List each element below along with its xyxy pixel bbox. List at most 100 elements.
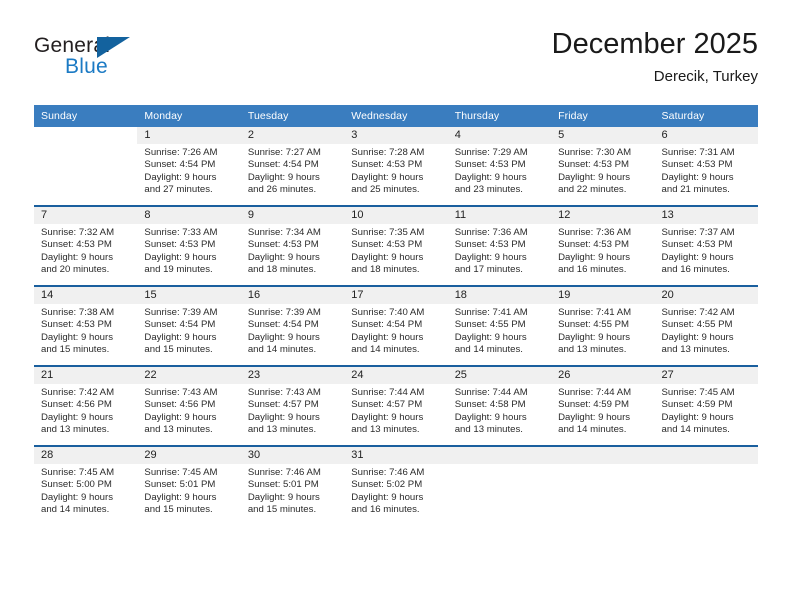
sunrise-time: Sunrise: 7:32 AM xyxy=(41,227,115,238)
day-cell-29[interactable]: 29 Sunrise: 7:45 AM Sunset: 5:01 PM Dayligh… xyxy=(137,447,241,525)
day-number: 3 xyxy=(344,127,448,144)
day-cell-15[interactable]: 15 Sunrise: 7:39 AM Sunset: 4:54 PM Dayligh… xyxy=(137,287,241,365)
calendar-day-cell: 15 Sunrise: 7:39 AM Sunset: 4:54 PM Dayligh… xyxy=(137,285,241,366)
day-cell-31[interactable]: 31 Sunrise: 7:46 AM Sunset: 5:02 PM Dayligh… xyxy=(344,447,448,525)
sunset-time: Sunset: 4:53 PM xyxy=(144,239,216,251)
daylight-line-1: Daylight: 9 hours xyxy=(247,411,320,423)
day-cell-20[interactable]: 20 Sunrise: 7:42 AM Sunset: 4:55 PM Dayligh… xyxy=(654,287,758,365)
daylight-line-1: Daylight: 9 hours xyxy=(661,331,734,343)
day-sun-info: Sunrise: 7:27 AM Sunset: 4:54 PM Daylight:… xyxy=(241,144,344,197)
daylight-line-2: and 14 minutes. xyxy=(661,424,730,436)
daylight-line-1: Daylight: 9 hours xyxy=(558,331,631,343)
day-cell-28[interactable]: 28 Sunrise: 7:45 AM Sunset: 5:00 PM Dayligh… xyxy=(34,447,138,525)
day-sun-info: Sunrise: 7:42 AM Sunset: 4:56 PM Daylight:… xyxy=(34,384,137,437)
day-number: 28 xyxy=(34,447,138,464)
daylight-line-2: and 14 minutes. xyxy=(247,344,317,356)
day-cell-26[interactable]: 26 Sunrise: 7:44 AM Sunset: 4:59 PM Dayligh… xyxy=(551,367,655,445)
sunrise-time: Sunrise: 7:26 AM xyxy=(144,147,218,158)
sunrise-time: Sunrise: 7:44 AM xyxy=(351,387,425,398)
day-cell-5[interactable]: 5 Sunrise: 7:30 AM Sunset: 4:53 PM Daylight… xyxy=(551,127,655,205)
sunset-time: Sunset: 4:56 PM xyxy=(41,399,112,411)
daylight-line-2: and 25 minutes. xyxy=(351,184,420,196)
day-cell-19[interactable]: 19 Sunrise: 7:41 AM Sunset: 4:55 PM Dayligh… xyxy=(551,287,655,365)
sunrise-time: Sunrise: 7:42 AM xyxy=(661,307,735,318)
day-number: 13 xyxy=(654,207,758,224)
day-sun-info: Sunrise: 7:36 AM Sunset: 4:53 PM Daylight:… xyxy=(551,224,654,277)
day-number xyxy=(447,447,552,464)
sunrise-time: Sunrise: 7:31 AM xyxy=(661,147,735,158)
daylight-line-1: Daylight: 9 hours xyxy=(247,331,320,343)
day-cell-25[interactable]: 25 Sunrise: 7:44 AM Sunset: 4:58 PM Dayligh… xyxy=(447,367,552,445)
day-cell-24[interactable]: 24 Sunrise: 7:44 AM Sunset: 4:57 PM Dayligh… xyxy=(344,367,448,445)
sunset-time: Sunset: 4:55 PM xyxy=(558,319,630,331)
day-cell-1[interactable]: 1 Sunrise: 7:26 AM Sunset: 4:54 PM Daylight… xyxy=(137,127,241,205)
sunrise-time: Sunrise: 7:30 AM xyxy=(558,147,632,158)
day-cell-14[interactable]: 14 Sunrise: 7:38 AM Sunset: 4:53 PM Dayligh… xyxy=(34,287,138,365)
day-number: 20 xyxy=(654,287,758,304)
daylight-line-2: and 18 minutes. xyxy=(351,264,420,276)
day-sun-info: Sunrise: 7:42 AM Sunset: 4:55 PM Daylight:… xyxy=(655,304,758,357)
day-cell-2[interactable]: 2 Sunrise: 7:27 AM Sunset: 4:54 PM Daylight… xyxy=(240,127,345,205)
sunrise-time: Sunrise: 7:41 AM xyxy=(558,307,632,318)
sunset-time: Sunset: 4:53 PM xyxy=(454,239,526,251)
day-number: 17 xyxy=(344,287,448,304)
calendar-day-cell: 22 Sunrise: 7:43 AM Sunset: 4:56 PM Dayligh… xyxy=(137,365,241,446)
day-number: 25 xyxy=(447,367,552,384)
sunset-time: Sunset: 4:53 PM xyxy=(558,239,630,251)
day-cell-27[interactable]: 27 Sunrise: 7:45 AM Sunset: 4:59 PM Dayligh… xyxy=(654,367,758,445)
calendar-day-cell: 12 Sunrise: 7:36 AM Sunset: 4:53 PM Dayligh… xyxy=(551,205,655,286)
day-cell-10[interactable]: 10 Sunrise: 7:35 AM Sunset: 4:53 PM Dayligh… xyxy=(344,207,448,285)
day-cell-9[interactable]: 9 Sunrise: 7:34 AM Sunset: 4:53 PM Daylight… xyxy=(240,207,345,285)
weekday-header-monday: Monday xyxy=(137,105,241,127)
day-cell-23[interactable]: 23 Sunrise: 7:43 AM Sunset: 4:57 PM Dayligh… xyxy=(240,367,345,445)
sunset-time: Sunset: 4:54 PM xyxy=(144,319,216,331)
day-number xyxy=(551,447,655,464)
day-cell-7[interactable]: 7 Sunrise: 7:32 AM Sunset: 4:53 PM Daylight… xyxy=(34,207,138,285)
day-sun-info: Sunrise: 7:29 AM Sunset: 4:53 PM Daylight:… xyxy=(448,144,551,197)
sunrise-time: Sunrise: 7:33 AM xyxy=(144,227,218,238)
calendar-day-cell: 21 Sunrise: 7:42 AM Sunset: 4:56 PM Dayligh… xyxy=(34,365,138,446)
day-cell-12[interactable]: 12 Sunrise: 7:36 AM Sunset: 4:53 PM Dayligh… xyxy=(551,207,655,285)
day-cell-30[interactable]: 30 Sunrise: 7:46 AM Sunset: 5:01 PM Dayligh… xyxy=(240,447,345,525)
day-number: 26 xyxy=(551,367,655,384)
day-cell-empty xyxy=(551,447,655,525)
daylight-line-1: Daylight: 9 hours xyxy=(661,411,734,423)
sunrise-time: Sunrise: 7:36 AM xyxy=(454,227,528,238)
day-cell-18[interactable]: 18 Sunrise: 7:41 AM Sunset: 4:55 PM Dayligh… xyxy=(447,287,552,365)
sunset-time: Sunset: 4:54 PM xyxy=(144,159,216,171)
sunset-time: Sunset: 4:56 PM xyxy=(144,399,216,411)
day-cell-6[interactable]: 6 Sunrise: 7:31 AM Sunset: 4:53 PM Daylight… xyxy=(654,127,758,205)
sunrise-time: Sunrise: 7:45 AM xyxy=(41,467,115,478)
day-number: 21 xyxy=(34,367,138,384)
calendar-week-row: 28 Sunrise: 7:45 AM Sunset: 5:00 PM Dayligh… xyxy=(34,445,758,525)
day-cell-4[interactable]: 4 Sunrise: 7:29 AM Sunset: 4:53 PM Daylight… xyxy=(447,127,552,205)
daylight-line-2: and 20 minutes. xyxy=(41,264,110,276)
calendar-day-cell: 5 Sunrise: 7:30 AM Sunset: 4:53 PM Daylight… xyxy=(551,127,655,206)
sunset-time: Sunset: 4:54 PM xyxy=(247,159,319,171)
calendar-day-cell: 31 Sunrise: 7:46 AM Sunset: 5:02 PM Dayligh… xyxy=(344,445,448,525)
calendar-day-cell: 29 Sunrise: 7:45 AM Sunset: 5:01 PM Dayligh… xyxy=(137,445,241,525)
day-cell-3[interactable]: 3 Sunrise: 7:28 AM Sunset: 4:53 PM Daylight… xyxy=(344,127,448,205)
day-number: 6 xyxy=(654,127,758,144)
daylight-line-1: Daylight: 9 hours xyxy=(144,411,217,423)
day-cell-22[interactable]: 22 Sunrise: 7:43 AM Sunset: 4:56 PM Dayligh… xyxy=(137,367,241,445)
general-blue-logo[interactable]: General Blue xyxy=(34,34,254,92)
day-cell-13[interactable]: 13 Sunrise: 7:37 AM Sunset: 4:53 PM Dayligh… xyxy=(654,207,758,285)
sunset-time: Sunset: 4:55 PM xyxy=(454,319,526,331)
calendar-day-cell: 4 Sunrise: 7:29 AM Sunset: 4:53 PM Daylight… xyxy=(447,127,552,206)
sunrise-time: Sunrise: 7:46 AM xyxy=(247,467,321,478)
day-number: 23 xyxy=(240,367,345,384)
sunset-time: Sunset: 4:53 PM xyxy=(661,239,733,251)
day-sun-info: Sunrise: 7:39 AM Sunset: 4:54 PM Daylight:… xyxy=(137,304,240,357)
daylight-line-1: Daylight: 9 hours xyxy=(144,171,217,183)
day-cell-17[interactable]: 17 Sunrise: 7:40 AM Sunset: 4:54 PM Dayligh… xyxy=(344,287,448,365)
day-number: 19 xyxy=(551,287,655,304)
daylight-line-1: Daylight: 9 hours xyxy=(454,411,527,423)
day-cell-8[interactable]: 8 Sunrise: 7:33 AM Sunset: 4:53 PM Daylight… xyxy=(137,207,241,285)
day-cell-16[interactable]: 16 Sunrise: 7:39 AM Sunset: 4:54 PM Dayligh… xyxy=(240,287,345,365)
day-cell-21[interactable]: 21 Sunrise: 7:42 AM Sunset: 4:56 PM Dayligh… xyxy=(34,367,138,445)
weekday-header-saturday: Saturday xyxy=(654,105,758,127)
sunset-time: Sunset: 4:55 PM xyxy=(661,319,733,331)
calendar-day-cell: 7 Sunrise: 7:32 AM Sunset: 4:53 PM Daylight… xyxy=(34,205,138,286)
day-cell-11[interactable]: 11 Sunrise: 7:36 AM Sunset: 4:53 PM Dayligh… xyxy=(447,207,552,285)
